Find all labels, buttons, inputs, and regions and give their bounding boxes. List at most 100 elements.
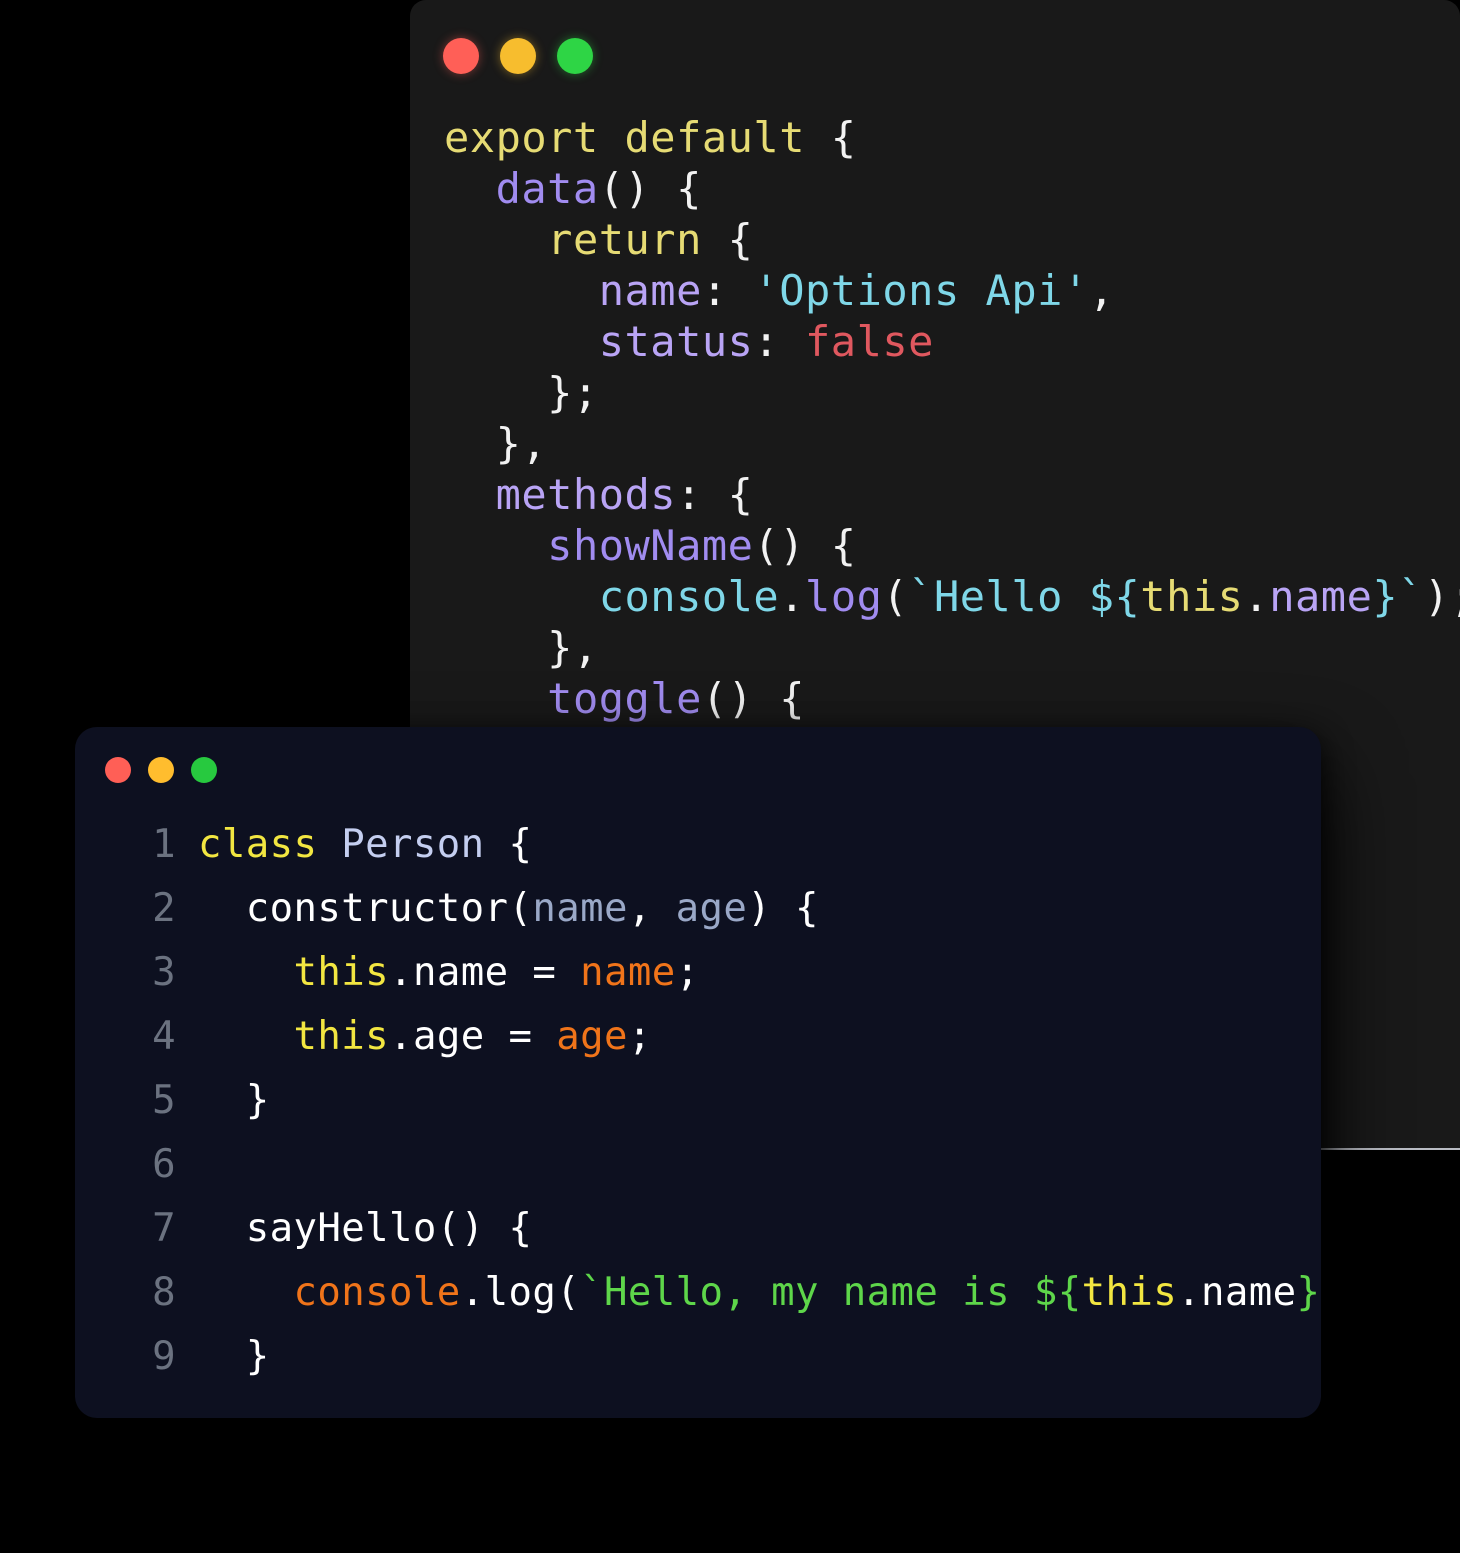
minimize-icon[interactable] xyxy=(148,757,174,783)
code-token: status xyxy=(598,317,754,366)
code-token: ; xyxy=(627,1014,652,1059)
back-window-titlebar[interactable] xyxy=(410,0,1460,112)
maximize-icon[interactable] xyxy=(191,757,217,783)
code-token: Person xyxy=(341,822,485,867)
code-token: methods xyxy=(495,470,677,519)
code-line: 4 this.age = age; xyxy=(130,1005,1321,1069)
close-icon[interactable] xyxy=(443,38,479,74)
code-token: ${ xyxy=(1088,572,1141,621)
back-code-block: export default { data() { return { name:… xyxy=(410,112,1460,724)
code-token: showName xyxy=(547,521,754,570)
code-token: : xyxy=(701,266,754,315)
code-token: `Hello xyxy=(908,572,1089,621)
line-number: 6 xyxy=(152,1142,176,1187)
code-line: 3 this.name = name; xyxy=(130,941,1321,1005)
code-token: ); xyxy=(1423,572,1460,621)
code-token: }` xyxy=(1296,1270,1321,1315)
code-token: } xyxy=(198,1334,270,1379)
code-token: this xyxy=(1081,1270,1178,1315)
code-line: 8 console.log(`Hello, my name is ${this.… xyxy=(130,1261,1321,1325)
code-token: name xyxy=(580,950,676,995)
code-line: }; xyxy=(444,367,1460,418)
line-number: 5 xyxy=(152,1078,176,1123)
code-token: . xyxy=(779,572,806,621)
code-line: data() { xyxy=(444,163,1460,214)
line-number: 3 xyxy=(152,950,176,995)
code-line: 6 xyxy=(130,1133,1321,1197)
code-line: }, xyxy=(444,418,1460,469)
code-token: name xyxy=(532,886,628,931)
screenshot-stage: export default { data() { return { name:… xyxy=(0,0,1460,1553)
code-line: 7 sayHello() { xyxy=(130,1197,1321,1261)
code-token: export default xyxy=(444,113,831,162)
code-token: name xyxy=(598,266,702,315)
code-line: 2 constructor(name, age) { xyxy=(130,877,1321,941)
code-line: name: 'Options Api', xyxy=(444,265,1460,316)
code-line: 1 class Person { xyxy=(130,813,1321,877)
close-icon[interactable] xyxy=(105,757,131,783)
line-number: 1 xyxy=(152,822,176,867)
code-token: { xyxy=(701,215,754,264)
code-token: age xyxy=(556,1014,628,1059)
code-line: methods: { xyxy=(444,469,1460,520)
line-number: 8 xyxy=(152,1270,176,1315)
code-token: sayHello() { xyxy=(198,1206,533,1251)
code-token: { xyxy=(830,113,857,162)
code-line: 5 } xyxy=(130,1069,1321,1133)
code-token: ; xyxy=(675,950,700,995)
code-token: console xyxy=(598,572,780,621)
code-token: } xyxy=(198,1078,270,1123)
code-line: showName() { xyxy=(444,520,1460,571)
line-number: 9 xyxy=(152,1334,176,1379)
code-token: : { xyxy=(676,470,754,519)
code-token: `Hello, my name is xyxy=(580,1270,1034,1315)
code-token: .name xyxy=(1177,1270,1297,1315)
code-token: ) { xyxy=(747,886,819,931)
code-token: ( xyxy=(882,572,909,621)
code-token: () { xyxy=(701,674,806,723)
line-number: 2 xyxy=(152,886,176,931)
code-token: console xyxy=(293,1270,461,1315)
code-token: toggle xyxy=(547,674,702,723)
code-token: }` xyxy=(1372,572,1424,621)
code-line: toggle() { xyxy=(444,673,1460,724)
code-token: }; xyxy=(444,368,599,417)
code-token: ${ xyxy=(1033,1270,1082,1315)
code-token: class xyxy=(198,822,342,867)
code-token: .name = xyxy=(389,950,581,995)
code-line: status: false xyxy=(444,316,1460,367)
code-token: age xyxy=(675,886,748,931)
code-line: export default { xyxy=(444,112,1460,163)
code-token: this xyxy=(293,950,390,995)
code-token: name xyxy=(1269,572,1373,621)
code-token: }, xyxy=(444,419,548,468)
code-token: data xyxy=(495,164,599,213)
maximize-icon[interactable] xyxy=(557,38,593,74)
code-token: .age = xyxy=(389,1014,557,1059)
code-line: console.log(`Hello ${this.name}`); xyxy=(444,571,1460,622)
code-token: : xyxy=(753,317,806,366)
code-token: . xyxy=(1243,572,1270,621)
code-token: return xyxy=(547,215,702,264)
code-line: }, xyxy=(444,622,1460,673)
code-token: }, xyxy=(444,623,599,672)
minimize-icon[interactable] xyxy=(500,38,536,74)
front-window-titlebar[interactable] xyxy=(75,727,1321,813)
line-number: 4 xyxy=(152,1014,176,1059)
code-token: { xyxy=(484,822,533,867)
front-code-window[interactable]: 1 class Person {2 constructor(name, age) … xyxy=(75,727,1321,1418)
code-token: constructor( xyxy=(198,886,533,931)
code-token: log xyxy=(805,572,883,621)
line-number: 7 xyxy=(152,1206,176,1251)
code-token: , xyxy=(1088,266,1115,315)
code-token: .log( xyxy=(460,1270,581,1315)
